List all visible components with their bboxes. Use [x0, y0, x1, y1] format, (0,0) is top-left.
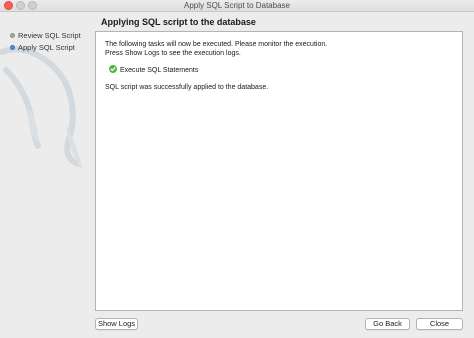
page-title: Applying SQL script to the database	[101, 17, 256, 27]
task-label: Execute SQL Statements	[120, 67, 199, 74]
step-label: Review SQL Script	[18, 31, 81, 40]
info-line-2: Press Show Logs to see the execution log…	[105, 50, 241, 57]
title-bar[interactable]: Apply SQL Script to Database	[0, 0, 474, 12]
step-done-icon	[10, 33, 15, 38]
info-line-1: The following tasks will now be executed…	[105, 41, 328, 48]
step-current-icon	[10, 45, 15, 50]
window-title: Apply SQL Script to Database	[184, 1, 290, 10]
go-back-button[interactable]: Go Back	[365, 318, 410, 330]
close-button[interactable]: Close	[416, 318, 463, 330]
dolphin-watermark-icon	[0, 46, 82, 170]
wizard-window: Apply SQL Script to Database Review SQL …	[0, 0, 474, 338]
step-label: Apply SQL Script	[18, 43, 75, 52]
task-item: Execute SQL Statements	[109, 65, 198, 75]
success-check-icon	[109, 65, 117, 73]
execution-panel: The following tasks will now be executed…	[95, 31, 463, 311]
info-text: The following tasks will now be executed…	[105, 40, 327, 58]
result-message: SQL script was successfully applied to t…	[105, 84, 269, 91]
step-review-sql-script: Review SQL Script	[10, 31, 81, 41]
show-logs-button[interactable]: Show Logs	[95, 318, 138, 330]
wizard-steps-sidebar: Review SQL Script Apply SQL Script	[0, 12, 92, 338]
step-apply-sql-script: Apply SQL Script	[10, 43, 75, 53]
